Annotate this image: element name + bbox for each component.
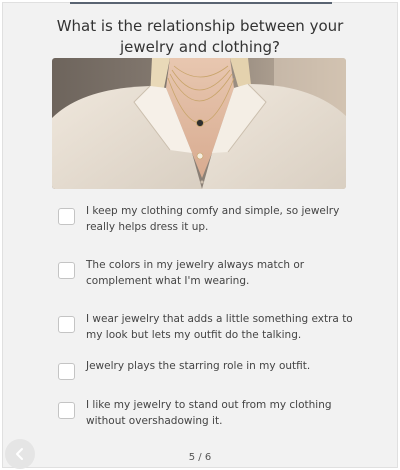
option-row[interactable]: I wear jewelry that adds a little someth…: [58, 312, 358, 343]
option-label[interactable]: The colors in my jewelry always match or…: [86, 258, 354, 289]
option-label[interactable]: I like my jewelry to stand out from my c…: [86, 398, 354, 429]
option-checkbox[interactable]: [58, 262, 75, 279]
option-label[interactable]: I wear jewelry that adds a little someth…: [86, 312, 354, 343]
option-checkbox[interactable]: [58, 363, 75, 380]
option-checkbox[interactable]: [58, 402, 75, 419]
hero-image: [52, 58, 346, 189]
page-progress: 5 / 6: [188, 452, 212, 463]
option-checkbox[interactable]: [58, 316, 75, 333]
option-row[interactable]: Jewelry plays the starring role in my ou…: [58, 359, 358, 380]
option-row[interactable]: I like my jewelry to stand out from my c…: [58, 398, 358, 429]
question-title: What is the relationship between your je…: [56, 17, 344, 56]
option-label[interactable]: I keep my clothing comfy and simple, so …: [86, 204, 354, 235]
option-label[interactable]: Jewelry plays the starring role in my ou…: [86, 359, 354, 375]
option-row[interactable]: The colors in my jewelry always match or…: [58, 258, 358, 289]
option-row[interactable]: I keep my clothing comfy and simple, so …: [58, 204, 358, 235]
progress-rule: [70, 2, 332, 4]
hero-photo-illustration: [52, 58, 346, 189]
option-checkbox[interactable]: [58, 208, 75, 225]
